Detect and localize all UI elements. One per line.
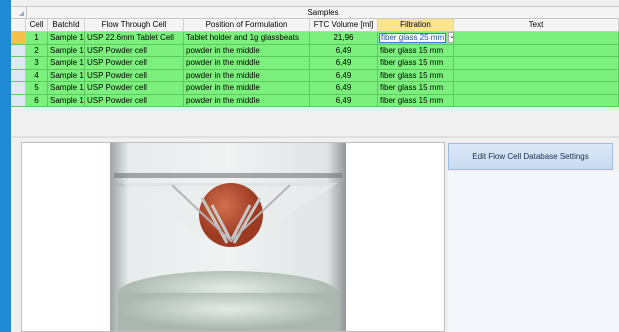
cell-text[interactable] — [454, 82, 619, 94]
table-row[interactable]: 2 Sample 1 USP Powder cell powder in the mi… — [11, 44, 619, 57]
cell-number[interactable]: 2 — [26, 44, 48, 56]
grid-group-header: Samples — [11, 7, 619, 19]
cell-filtration[interactable]: fiber glass 15 mm — [378, 57, 454, 69]
cell-ftc-volume[interactable]: 6,49 — [310, 57, 378, 69]
flow-cell-photo — [22, 143, 444, 331]
filtration-value[interactable]: fiber glass 25 mm — [379, 32, 447, 43]
cell-ftc-volume[interactable]: 6,49 — [310, 44, 378, 56]
cell-position[interactable]: powder in the middle — [184, 82, 310, 94]
col-header-position[interactable]: Position of Formulation — [184, 19, 310, 31]
column-header-row: Cell BatchId Flow Through Cell Position … — [11, 19, 619, 32]
table-row[interactable]: 5 Sample 1 USP Powder cell powder in the mi… — [11, 82, 619, 95]
cell-number[interactable]: 3 — [26, 57, 48, 69]
row-header[interactable] — [11, 44, 26, 56]
cell-batchid[interactable]: Sample 1 — [48, 32, 85, 44]
cell-flow-through-cell[interactable]: USP Powder cell — [85, 94, 184, 106]
row-header[interactable] — [11, 82, 26, 94]
cell-flow-through-cell[interactable]: USP Powder cell — [85, 44, 184, 56]
table-row[interactable]: 6 Sample 1 USP Powder cell powder in the mi… — [11, 94, 619, 107]
cell-number[interactable]: 6 — [26, 94, 48, 106]
row-header[interactable] — [11, 32, 26, 44]
cell-batchid[interactable]: Sample 1 — [48, 57, 85, 69]
samples-grid: Samples Cell BatchId Flow Through Cell P… — [11, 6, 619, 107]
splitter[interactable] — [11, 136, 619, 138]
cell-flow-through-cell[interactable]: USP Powder cell — [85, 57, 184, 69]
cell-ftc-volume[interactable]: 6,49 — [310, 69, 378, 81]
right-panel — [448, 172, 619, 332]
main-window: Samples Cell BatchId Flow Through Cell P… — [11, 0, 619, 332]
col-header-text[interactable]: Text — [454, 19, 619, 31]
cell-batchid[interactable]: Sample 1 — [48, 82, 85, 94]
cell-filtration[interactable]: fiber glass 15 mm — [378, 94, 454, 106]
row-header[interactable] — [11, 94, 26, 106]
cell-position[interactable]: powder in the middle — [184, 69, 310, 81]
cell-filtration[interactable]: fiber glass 15 mm — [378, 44, 454, 56]
cell-number[interactable]: 4 — [26, 69, 48, 81]
row-header[interactable] — [11, 69, 26, 81]
cell-batchid[interactable]: Sample 1 — [48, 44, 85, 56]
grid-body: 1 Sample 1 USP 22.6mm Tablet Cell Tablet ho… — [11, 32, 619, 107]
cell-text[interactable] — [454, 44, 619, 56]
cell-flow-through-cell[interactable]: USP Powder cell — [85, 69, 184, 81]
grid-group-title: Samples — [307, 8, 339, 17]
col-header-flow-through-cell[interactable]: Flow Through Cell — [85, 19, 184, 31]
cell-number[interactable]: 1 — [26, 32, 48, 44]
cell-batchid[interactable]: Sample 1 — [48, 69, 85, 81]
cell-batchid[interactable]: Sample 1 — [48, 94, 85, 106]
cell-number[interactable]: 5 — [26, 82, 48, 94]
cell-ftc-volume[interactable]: 21,96 — [310, 32, 378, 44]
edit-flow-cell-database-settings-button[interactable]: Edit Flow Cell Database Settings — [448, 143, 613, 170]
cell-filtration-editor[interactable]: fiber glass 25 mm⌄ — [378, 32, 454, 44]
cell-filtration[interactable]: fiber glass 15 mm — [378, 82, 454, 94]
cell-position[interactable]: Tablet holder and 1g glassbeats — [184, 32, 310, 44]
cell-text[interactable] — [454, 57, 619, 69]
cell-flow-through-cell[interactable]: USP 22.6mm Tablet Cell — [85, 32, 184, 44]
cell-text[interactable] — [454, 32, 619, 44]
table-row[interactable]: 4 Sample 1 USP Powder cell powder in the mi… — [11, 69, 619, 82]
col-header-ftc-volume[interactable]: FTC Volume [ml] — [310, 19, 378, 31]
cell-ftc-volume[interactable]: 6,49 — [310, 94, 378, 106]
cell-position[interactable]: powder in the middle — [184, 44, 310, 56]
cell-flow-through-cell[interactable]: USP Powder cell — [85, 82, 184, 94]
col-header-cell[interactable]: Cell — [26, 19, 48, 31]
row-header[interactable] — [11, 57, 26, 69]
col-header-filtration[interactable]: Filtration — [378, 19, 454, 31]
cell-position[interactable]: powder in the middle — [184, 57, 310, 69]
flow-cell-image — [21, 142, 445, 332]
cell-ftc-volume[interactable]: 6,49 — [310, 82, 378, 94]
cell-text[interactable] — [454, 94, 619, 106]
table-row[interactable]: 1 Sample 1 USP 22.6mm Tablet Cell Tablet ho… — [11, 32, 619, 45]
table-row[interactable]: 3 Sample 1 USP Powder cell powder in the mi… — [11, 57, 619, 70]
col-header-batchid[interactable]: BatchId — [48, 19, 85, 31]
cell-position[interactable]: powder in the middle — [184, 94, 310, 106]
cell-text[interactable] — [454, 69, 619, 81]
cell-filtration[interactable]: fiber glass 15 mm — [378, 69, 454, 81]
row-header-spacer — [11, 19, 26, 31]
select-all-corner[interactable] — [11, 7, 27, 18]
